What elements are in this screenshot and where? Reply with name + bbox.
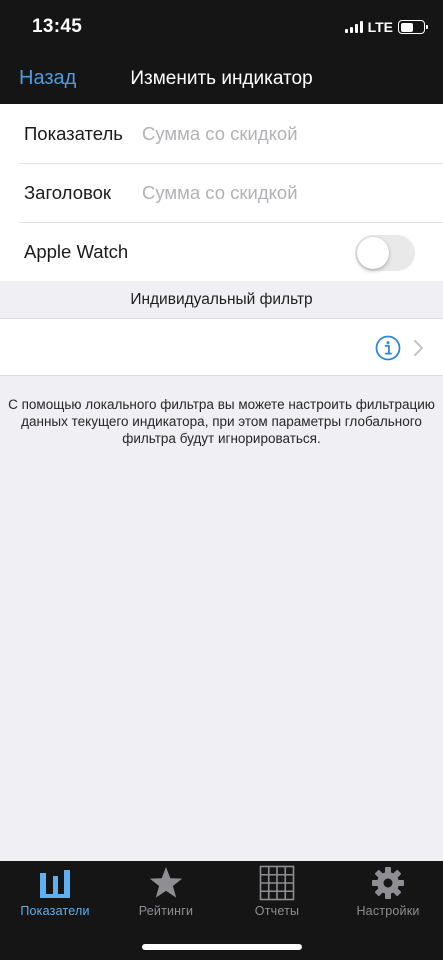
tab-label: Показатели <box>20 904 90 918</box>
title-label: Заголовок <box>24 181 111 203</box>
tab-indicators[interactable]: Показатели <box>0 861 110 933</box>
apple-watch-toggle[interactable] <box>355 235 415 271</box>
chevron-right-icon <box>414 340 423 356</box>
indicators-icon <box>40 870 70 898</box>
page-title: Изменить индикатор <box>130 68 313 89</box>
title-input[interactable] <box>142 181 422 204</box>
star-icon <box>149 867 183 898</box>
battery-icon <box>398 20 428 34</box>
apple-watch-label: Apple Watch <box>24 240 129 262</box>
status-time: 13:45 <box>32 16 83 37</box>
indicator-form: Показатель Заголовок Apple Watch <box>0 104 443 281</box>
tab-bar: Показатели Рейтинги Отчеты Настройки <box>0 861 443 960</box>
filter-help-text: С помощью локального фильтра вы можете н… <box>8 397 435 446</box>
grid-icon <box>259 865 295 901</box>
navigation-bar: 13:45 LTE Назад Изменить индикатор <box>0 0 443 104</box>
indicator-row: Показатель <box>0 104 443 163</box>
signal-icon <box>344 21 363 33</box>
status-indicators: LTE <box>344 18 428 36</box>
filter-section-header: Индивидуальный фильтр <box>130 291 313 308</box>
network-type: LTE <box>367 19 393 35</box>
info-icon[interactable] <box>375 335 401 361</box>
individual-filter-row[interactable] <box>0 318 443 376</box>
tab-label: Рейтинги <box>138 904 194 918</box>
indicator-label: Показатель <box>24 122 123 144</box>
tab-ratings[interactable]: Рейтинги <box>111 861 221 933</box>
tab-label: Настройки <box>356 904 420 918</box>
title-row: Заголовок <box>0 163 443 222</box>
gear-icon <box>372 867 404 899</box>
tab-reports[interactable]: Отчеты <box>222 861 332 933</box>
toggle-knob <box>357 237 389 269</box>
home-indicator[interactable] <box>142 944 302 950</box>
tab-settings[interactable]: Настройки <box>333 861 443 933</box>
indicator-input[interactable] <box>142 122 422 145</box>
tab-label: Отчеты <box>254 904 300 918</box>
apple-watch-row: Apple Watch <box>0 222 443 281</box>
